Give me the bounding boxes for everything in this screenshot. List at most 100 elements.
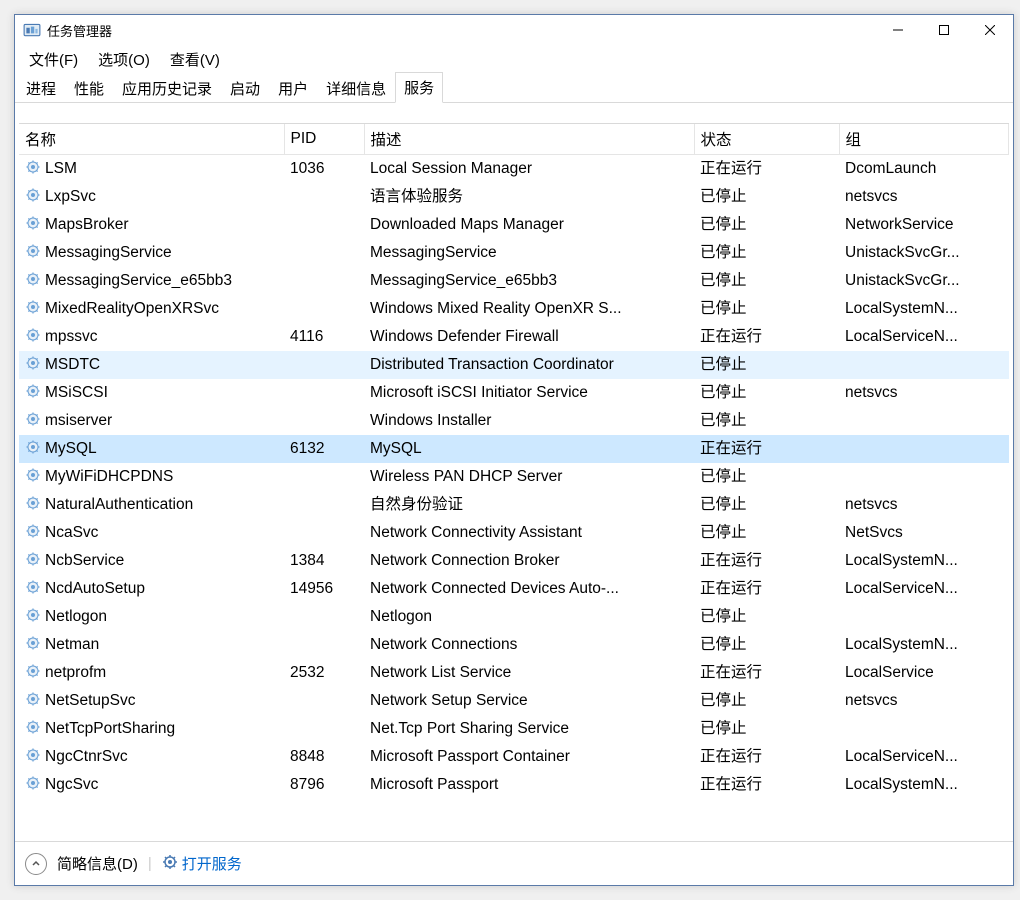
service-name: MySQL bbox=[45, 440, 97, 457]
service-name: Netman bbox=[45, 636, 99, 653]
table-row[interactable]: msiserverWindows Installer已停止 bbox=[19, 407, 1009, 435]
tab-启动[interactable]: 启动 bbox=[221, 73, 269, 103]
table-row[interactable]: MapsBrokerDownloaded Maps Manager已停止Netw… bbox=[19, 211, 1009, 239]
menu-view[interactable]: 查看(V) bbox=[160, 47, 230, 72]
minimize-button[interactable] bbox=[875, 15, 921, 45]
column-header-pid[interactable]: PID bbox=[284, 124, 364, 155]
close-button[interactable] bbox=[967, 15, 1013, 45]
service-icon bbox=[25, 635, 41, 651]
table-row[interactable]: NetTcpPortSharingNet.Tcp Port Sharing Se… bbox=[19, 715, 1009, 743]
menu-options[interactable]: 选项(O) bbox=[88, 47, 160, 72]
tab-用户[interactable]: 用户 bbox=[269, 73, 317, 103]
service-icon bbox=[25, 747, 41, 763]
collapse-button[interactable] bbox=[25, 853, 47, 875]
services-scroll[interactable]: 名称 PID 描述 状态 组 LSM1036Local Session Mana… bbox=[19, 124, 1009, 841]
table-row[interactable]: MSDTCDistributed Transaction Coordinator… bbox=[19, 351, 1009, 379]
cell-desc: Network Connectivity Assistant bbox=[364, 519, 694, 547]
open-services-link[interactable]: 打开服务 bbox=[162, 853, 242, 874]
service-name: NgcCtnrSvc bbox=[45, 748, 128, 765]
column-header-desc[interactable]: 描述 bbox=[364, 124, 694, 155]
tab-应用历史记录[interactable]: 应用历史记录 bbox=[113, 73, 221, 103]
service-name: MessagingService_e65bb3 bbox=[45, 272, 232, 289]
cell-group: netsvcs bbox=[839, 491, 1009, 519]
service-icon bbox=[25, 607, 41, 623]
cell-status: 正在运行 bbox=[694, 155, 839, 184]
table-row[interactable]: LxpSvc语言体验服务已停止netsvcs bbox=[19, 183, 1009, 211]
table-row[interactable]: MySQL6132MySQL正在运行 bbox=[19, 435, 1009, 463]
table-row[interactable]: NetlogonNetlogon已停止 bbox=[19, 603, 1009, 631]
cell-pid bbox=[284, 239, 364, 267]
window-title: 任务管理器 bbox=[47, 21, 112, 40]
cell-desc: MySQL bbox=[364, 435, 694, 463]
cell-pid bbox=[284, 603, 364, 631]
tab-详细信息[interactable]: 详细信息 bbox=[317, 73, 395, 103]
app-icon bbox=[23, 21, 41, 39]
cell-desc: Network Connected Devices Auto-... bbox=[364, 575, 694, 603]
cell-desc: Microsoft iSCSI Initiator Service bbox=[364, 379, 694, 407]
table-row[interactable]: MyWiFiDHCPDNSWireless PAN DHCP Server已停止 bbox=[19, 463, 1009, 491]
table-row[interactable]: NaturalAuthentication自然身份验证已停止netsvcs bbox=[19, 491, 1009, 519]
cell-group: LocalSystemN... bbox=[839, 631, 1009, 659]
cell-pid: 4116 bbox=[284, 323, 364, 351]
tab-服务[interactable]: 服务 bbox=[395, 72, 443, 103]
cell-pid: 1384 bbox=[284, 547, 364, 575]
table-row[interactable]: NcbService1384Network Connection Broker正… bbox=[19, 547, 1009, 575]
cell-status: 已停止 bbox=[694, 631, 839, 659]
services-table: 名称 PID 描述 状态 组 LSM1036Local Session Mana… bbox=[19, 123, 1009, 841]
service-icon bbox=[25, 691, 41, 707]
cell-group: LocalSystemN... bbox=[839, 547, 1009, 575]
tab-性能[interactable]: 性能 bbox=[65, 73, 113, 103]
maximize-button[interactable] bbox=[921, 15, 967, 45]
cell-status: 正在运行 bbox=[694, 435, 839, 463]
service-name: mpssvc bbox=[45, 328, 98, 345]
cell-status: 已停止 bbox=[694, 239, 839, 267]
table-row[interactable]: NcaSvcNetwork Connectivity Assistant已停止N… bbox=[19, 519, 1009, 547]
cell-pid bbox=[284, 519, 364, 547]
cell-desc: Network Connections bbox=[364, 631, 694, 659]
cell-desc: Distributed Transaction Coordinator bbox=[364, 351, 694, 379]
cell-pid bbox=[284, 211, 364, 239]
service-icon bbox=[25, 439, 41, 455]
cell-pid bbox=[284, 351, 364, 379]
cell-desc: 语言体验服务 bbox=[364, 183, 694, 211]
cell-group: LocalServiceN... bbox=[839, 323, 1009, 351]
column-header-group[interactable]: 组 bbox=[839, 124, 1009, 155]
cell-desc: MessagingService bbox=[364, 239, 694, 267]
table-row[interactable]: netprofm2532Network List Service正在运行Loca… bbox=[19, 659, 1009, 687]
cell-group bbox=[839, 715, 1009, 743]
table-row[interactable]: NetSetupSvcNetwork Setup Service已停止netsv… bbox=[19, 687, 1009, 715]
cell-status: 已停止 bbox=[694, 519, 839, 547]
service-icon bbox=[25, 159, 41, 175]
cell-status: 已停止 bbox=[694, 295, 839, 323]
table-row[interactable]: MessagingService_e65bb3 MessagingService_… bbox=[19, 267, 1009, 295]
table-row[interactable]: NcdAutoSetup14956Network Connected Devic… bbox=[19, 575, 1009, 603]
menu-file[interactable]: 文件(F) bbox=[19, 47, 88, 72]
tab-进程[interactable]: 进程 bbox=[17, 73, 65, 103]
cell-status: 已停止 bbox=[694, 491, 839, 519]
service-name: NetSetupSvc bbox=[45, 692, 135, 709]
service-name: NaturalAuthentication bbox=[45, 496, 193, 513]
menu-bar: 文件(F) 选项(O) 查看(V) bbox=[15, 45, 1013, 73]
column-header-name[interactable]: 名称 bbox=[19, 124, 284, 155]
cell-status: 已停止 bbox=[694, 267, 839, 295]
service-name: NcaSvc bbox=[45, 524, 98, 541]
service-icon bbox=[25, 523, 41, 539]
cell-pid: 1036 bbox=[284, 155, 364, 184]
table-row[interactable]: NgcCtnrSvc8848Microsoft Passport Contain… bbox=[19, 743, 1009, 771]
service-icon bbox=[25, 327, 41, 343]
cell-pid bbox=[284, 267, 364, 295]
table-row[interactable]: MessagingServiceMessagingService已停止Unist… bbox=[19, 239, 1009, 267]
table-row[interactable]: MSiSCSIMicrosoft iSCSI Initiator Service… bbox=[19, 379, 1009, 407]
service-name: NcdAutoSetup bbox=[45, 580, 145, 597]
table-row[interactable]: NgcSvc8796Microsoft Passport正在运行LocalSys… bbox=[19, 771, 1009, 799]
table-row[interactable]: MixedRealityOpenXRSvcWindows Mixed Reali… bbox=[19, 295, 1009, 323]
brief-info-link[interactable]: 简略信息(D) bbox=[57, 853, 138, 874]
table-row[interactable]: LSM1036Local Session Manager正在运行DcomLaun… bbox=[19, 155, 1009, 184]
column-header-status[interactable]: 状态 bbox=[694, 124, 839, 155]
table-row[interactable]: mpssvc4116Windows Defender Firewall正在运行L… bbox=[19, 323, 1009, 351]
service-name: MixedRealityOpenXRSvc bbox=[45, 300, 219, 317]
cell-desc: MessagingService_e65bb3 bbox=[364, 267, 694, 295]
service-name: NcbService bbox=[45, 552, 124, 569]
table-row[interactable]: Netman Network Connections已停止LocalSystemN… bbox=[19, 631, 1009, 659]
cell-group: netsvcs bbox=[839, 687, 1009, 715]
